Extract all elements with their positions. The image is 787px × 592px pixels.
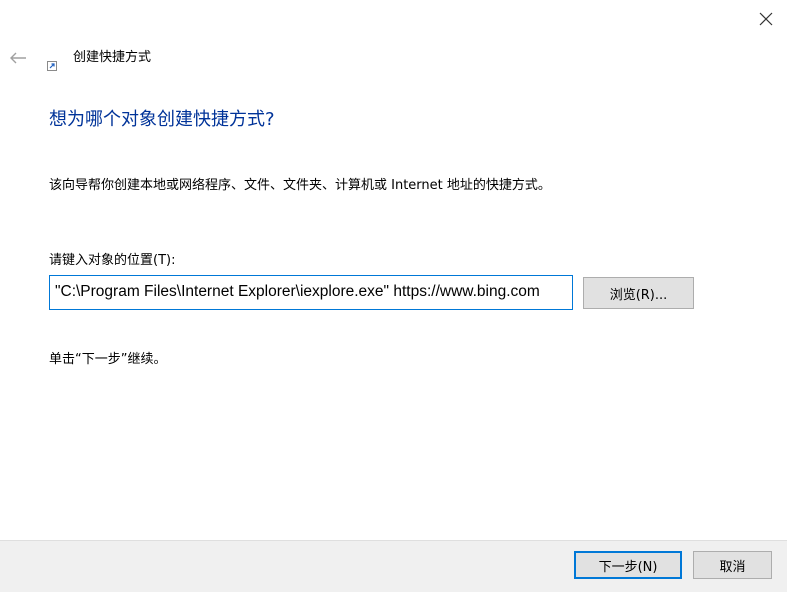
page-heading: 想为哪个对象创建快捷方式? [49,109,275,130]
continue-hint: 单击“下一步”继续。 [49,352,167,367]
wizard-description: 该向导帮你创建本地或网络程序、文件、文件夹、计算机或 Internet 地址的快… [49,178,551,193]
next-button[interactable]: 下一步(N) [574,551,682,579]
browse-button[interactable]: 浏览(R)... [583,277,694,309]
back-button[interactable] [4,44,32,72]
shortcut-icon [47,56,57,71]
close-icon [759,12,772,26]
location-label: 请键入对象的位置(T): [49,253,176,268]
location-input[interactable] [49,275,573,310]
back-arrow-icon [10,52,26,64]
wizard-title: 创建快捷方式 [73,50,152,65]
cancel-button[interactable]: 取消 [693,551,772,579]
close-button[interactable] [744,0,787,38]
